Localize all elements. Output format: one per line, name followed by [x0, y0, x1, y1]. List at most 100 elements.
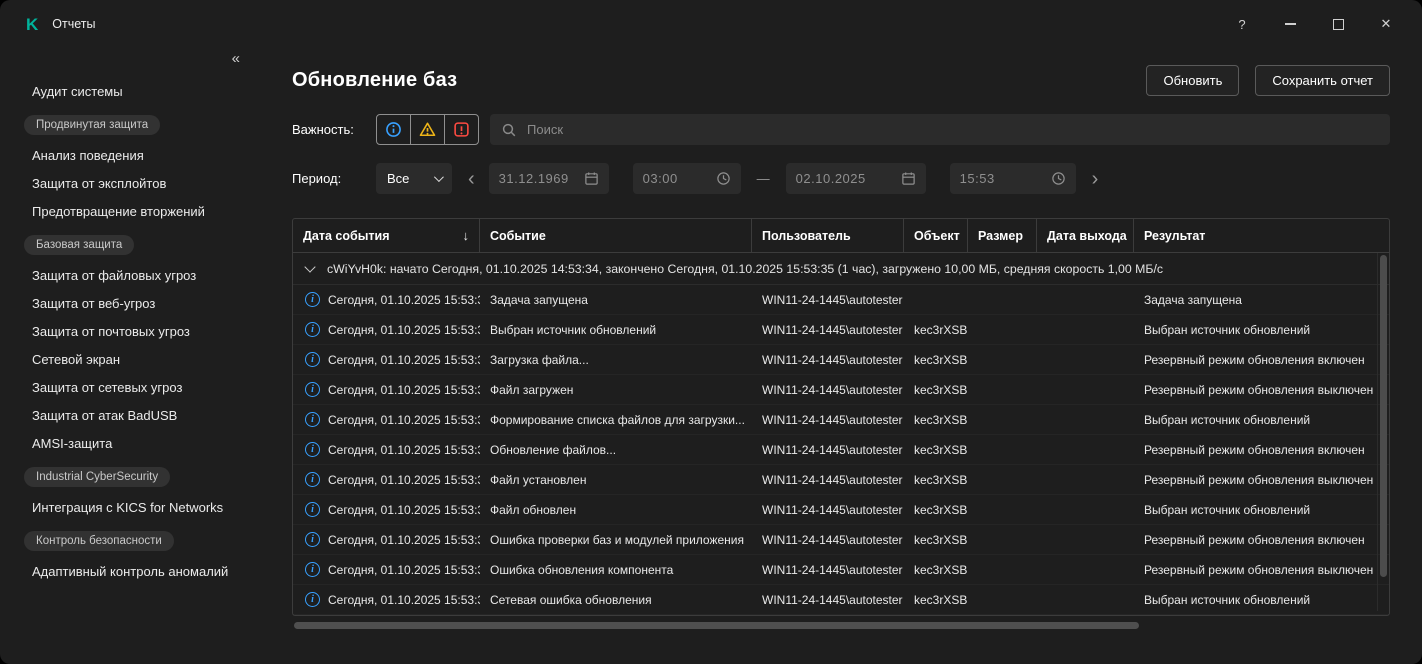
object-cell: kec3rXSB [904, 563, 968, 577]
clock-icon [716, 171, 731, 186]
period-next-button[interactable]: › [1092, 169, 1099, 189]
result-cell: Резервный режим обновления включен [1134, 533, 1389, 547]
result-cell: Резервный режим обновления включен [1134, 443, 1389, 457]
help-button[interactable]: ? [1232, 14, 1252, 34]
user-cell: WIN11-24-1445\autotester [752, 593, 904, 607]
table-row[interactable]: iСегодня, 01.10.2025 15:53:34Обновление … [293, 435, 1389, 465]
time-to-field[interactable]: 15:53 [950, 163, 1076, 194]
vertical-scrollbar[interactable] [1377, 253, 1387, 611]
importance-warning-toggle[interactable] [410, 114, 445, 145]
table-row[interactable]: iСегодня, 01.10.2025 15:53:34Выбран исто… [293, 315, 1389, 345]
sidebar-section-badge: Продвинутая защита [0, 106, 260, 142]
table-row[interactable]: iСегодня, 01.10.2025 15:53:34Задача запу… [293, 285, 1389, 315]
table-row[interactable]: iСегодня, 01.10.2025 15:53:34Файл загруж… [293, 375, 1389, 405]
info-icon: i [305, 412, 320, 427]
table-header: Дата события↓ Событие ПользовательОбъектРа… [293, 219, 1389, 253]
main-header: Обновление баз Обновить Сохранить отчет [292, 62, 1390, 98]
sidebar-item[interactable]: Защита от эксплойтов [0, 170, 260, 198]
section-badge-label: Контроль безопасности [24, 531, 174, 551]
table-row[interactable]: iСегодня, 01.10.2025 15:53:34Файл обновл… [293, 495, 1389, 525]
event-date-cell: iСегодня, 01.10.2025 15:53:34 [293, 472, 480, 487]
column-header[interactable]: Результат [1134, 219, 1389, 252]
result-cell: Резервный режим обновления выключен [1134, 383, 1389, 397]
event-cell: Выбран источник обновлений [480, 323, 752, 337]
event-date-text: Сегодня, 01.10.2025 15:53:34 [328, 503, 480, 517]
horizontal-scrollbar-thumb[interactable] [294, 622, 1139, 629]
object-cell: kec3rXSB [904, 593, 968, 607]
app-window: K Отчеты ? ✕ « Аудит системыПродвинутая … [0, 0, 1422, 664]
sidebar-item[interactable]: Защита от файловых угроз [0, 262, 260, 290]
table-row[interactable]: iСегодня, 01.10.2025 15:53:34Ошибка пров… [293, 525, 1389, 555]
importance-info-toggle[interactable] [376, 114, 411, 145]
warning-triangle-icon [419, 121, 436, 138]
importance-critical-toggle[interactable] [444, 114, 479, 145]
window-controls: ? ✕ [1232, 14, 1396, 34]
event-cell: Загрузка файла... [480, 353, 752, 367]
clock-icon [1051, 171, 1066, 186]
table-row[interactable]: iСегодня, 01.10.2025 15:53:34Загрузка фа… [293, 345, 1389, 375]
sidebar-item[interactable]: Защита от сетевых угроз [0, 374, 260, 402]
event-date-cell: iСегодня, 01.10.2025 15:53:34 [293, 382, 480, 397]
sidebar-item[interactable]: Интеграция с KICS for Networks [0, 494, 260, 522]
sidebar-item[interactable]: Защита от веб-угроз [0, 290, 260, 318]
column-header[interactable]: Пользователь [752, 219, 904, 252]
user-cell: WIN11-24-1445\autotester [752, 443, 904, 457]
sidebar-item[interactable]: Сетевой экран [0, 346, 260, 374]
event-cell: Сетевая ошибка обновления [480, 593, 752, 607]
sidebar-item[interactable]: Защита от атак BadUSB [0, 402, 260, 430]
info-icon: i [305, 592, 320, 607]
sidebar-item[interactable]: Предотвращение вторжений [0, 198, 260, 226]
user-cell: WIN11-24-1445\autotester [752, 353, 904, 367]
sidebar-collapse-button[interactable]: « [232, 50, 240, 67]
period-prev-button[interactable]: ‹ [468, 169, 475, 189]
time-from-field[interactable]: 03:00 [633, 163, 741, 194]
search-box[interactable] [490, 114, 1390, 145]
info-icon: i [305, 532, 320, 547]
event-date-text: Сегодня, 01.10.2025 15:53:34 [328, 593, 480, 607]
event-date-cell: iСегодня, 01.10.2025 15:53:34 [293, 322, 480, 337]
update-button[interactable]: Обновить [1146, 65, 1239, 96]
sidebar-item[interactable]: Аудит системы [0, 78, 260, 106]
event-date-text: Сегодня, 01.10.2025 15:53:34 [328, 293, 480, 307]
maximize-button[interactable] [1328, 14, 1348, 34]
period-select[interactable]: Все [376, 163, 452, 194]
calendar-icon [584, 171, 599, 186]
event-date-cell: iСегодня, 01.10.2025 15:53:34 [293, 412, 480, 427]
sidebar-item[interactable]: AMSI-защита [0, 430, 260, 458]
group-row[interactable]: cWiYvH0k: начато Сегодня, 01.10.2025 14:… [293, 253, 1389, 285]
sidebar-list: Аудит системыПродвинутая защитаАнализ по… [0, 48, 260, 586]
event-date-cell: iСегодня, 01.10.2025 15:53:34 [293, 442, 480, 457]
date-to-field[interactable]: 02.10.2025 [786, 163, 926, 194]
event-cell: Ошибка проверки баз и модулей приложения [480, 533, 752, 547]
event-cell: Обновление файлов... [480, 443, 752, 457]
vertical-scrollbar-thumb[interactable] [1380, 255, 1387, 577]
period-select-value: Все [387, 171, 409, 186]
column-header[interactable]: Дата события↓ [293, 219, 480, 252]
user-cell: WIN11-24-1445\autotester [752, 503, 904, 517]
date-from-value: 31.12.1969 [499, 171, 569, 186]
horizontal-scrollbar[interactable] [292, 622, 1390, 629]
sidebar-item[interactable]: Защита от почтовых угроз [0, 318, 260, 346]
sidebar-item[interactable]: Адаптивный контроль аномалий [0, 558, 260, 586]
save-report-button[interactable]: Сохранить отчет [1255, 65, 1390, 96]
column-header[interactable]: Размер [968, 219, 1037, 252]
group-row-summary: cWiYvH0k: начато Сегодня, 01.10.2025 14:… [327, 262, 1163, 276]
close-button[interactable]: ✕ [1376, 14, 1396, 34]
minimize-button[interactable] [1280, 14, 1300, 34]
time-from-value: 03:00 [643, 171, 678, 186]
event-cell: Задача запущена [480, 293, 752, 307]
column-header-label: Дата события [303, 229, 390, 243]
column-header[interactable]: Дата выхода [1037, 219, 1134, 252]
column-header[interactable]: Объект [904, 219, 968, 252]
user-cell: WIN11-24-1445\autotester [752, 383, 904, 397]
table-row[interactable]: iСегодня, 01.10.2025 15:53:34Формировани… [293, 405, 1389, 435]
column-header-label: Событие [490, 229, 546, 243]
table-row[interactable]: iСегодня, 01.10.2025 15:53:34Ошибка обно… [293, 555, 1389, 585]
table-row[interactable]: i Сегодня, 01.10.2025 15:53:34Сетевая оши… [293, 585, 1389, 615]
table-row[interactable]: iСегодня, 01.10.2025 15:53:34Файл устано… [293, 465, 1389, 495]
column-header[interactable]: Событие [480, 219, 752, 252]
sidebar-item[interactable]: Анализ поведения [0, 142, 260, 170]
search-input[interactable] [525, 121, 1379, 138]
section-badge-label: Базовая защита [24, 235, 134, 255]
date-from-field[interactable]: 31.12.1969 [489, 163, 609, 194]
